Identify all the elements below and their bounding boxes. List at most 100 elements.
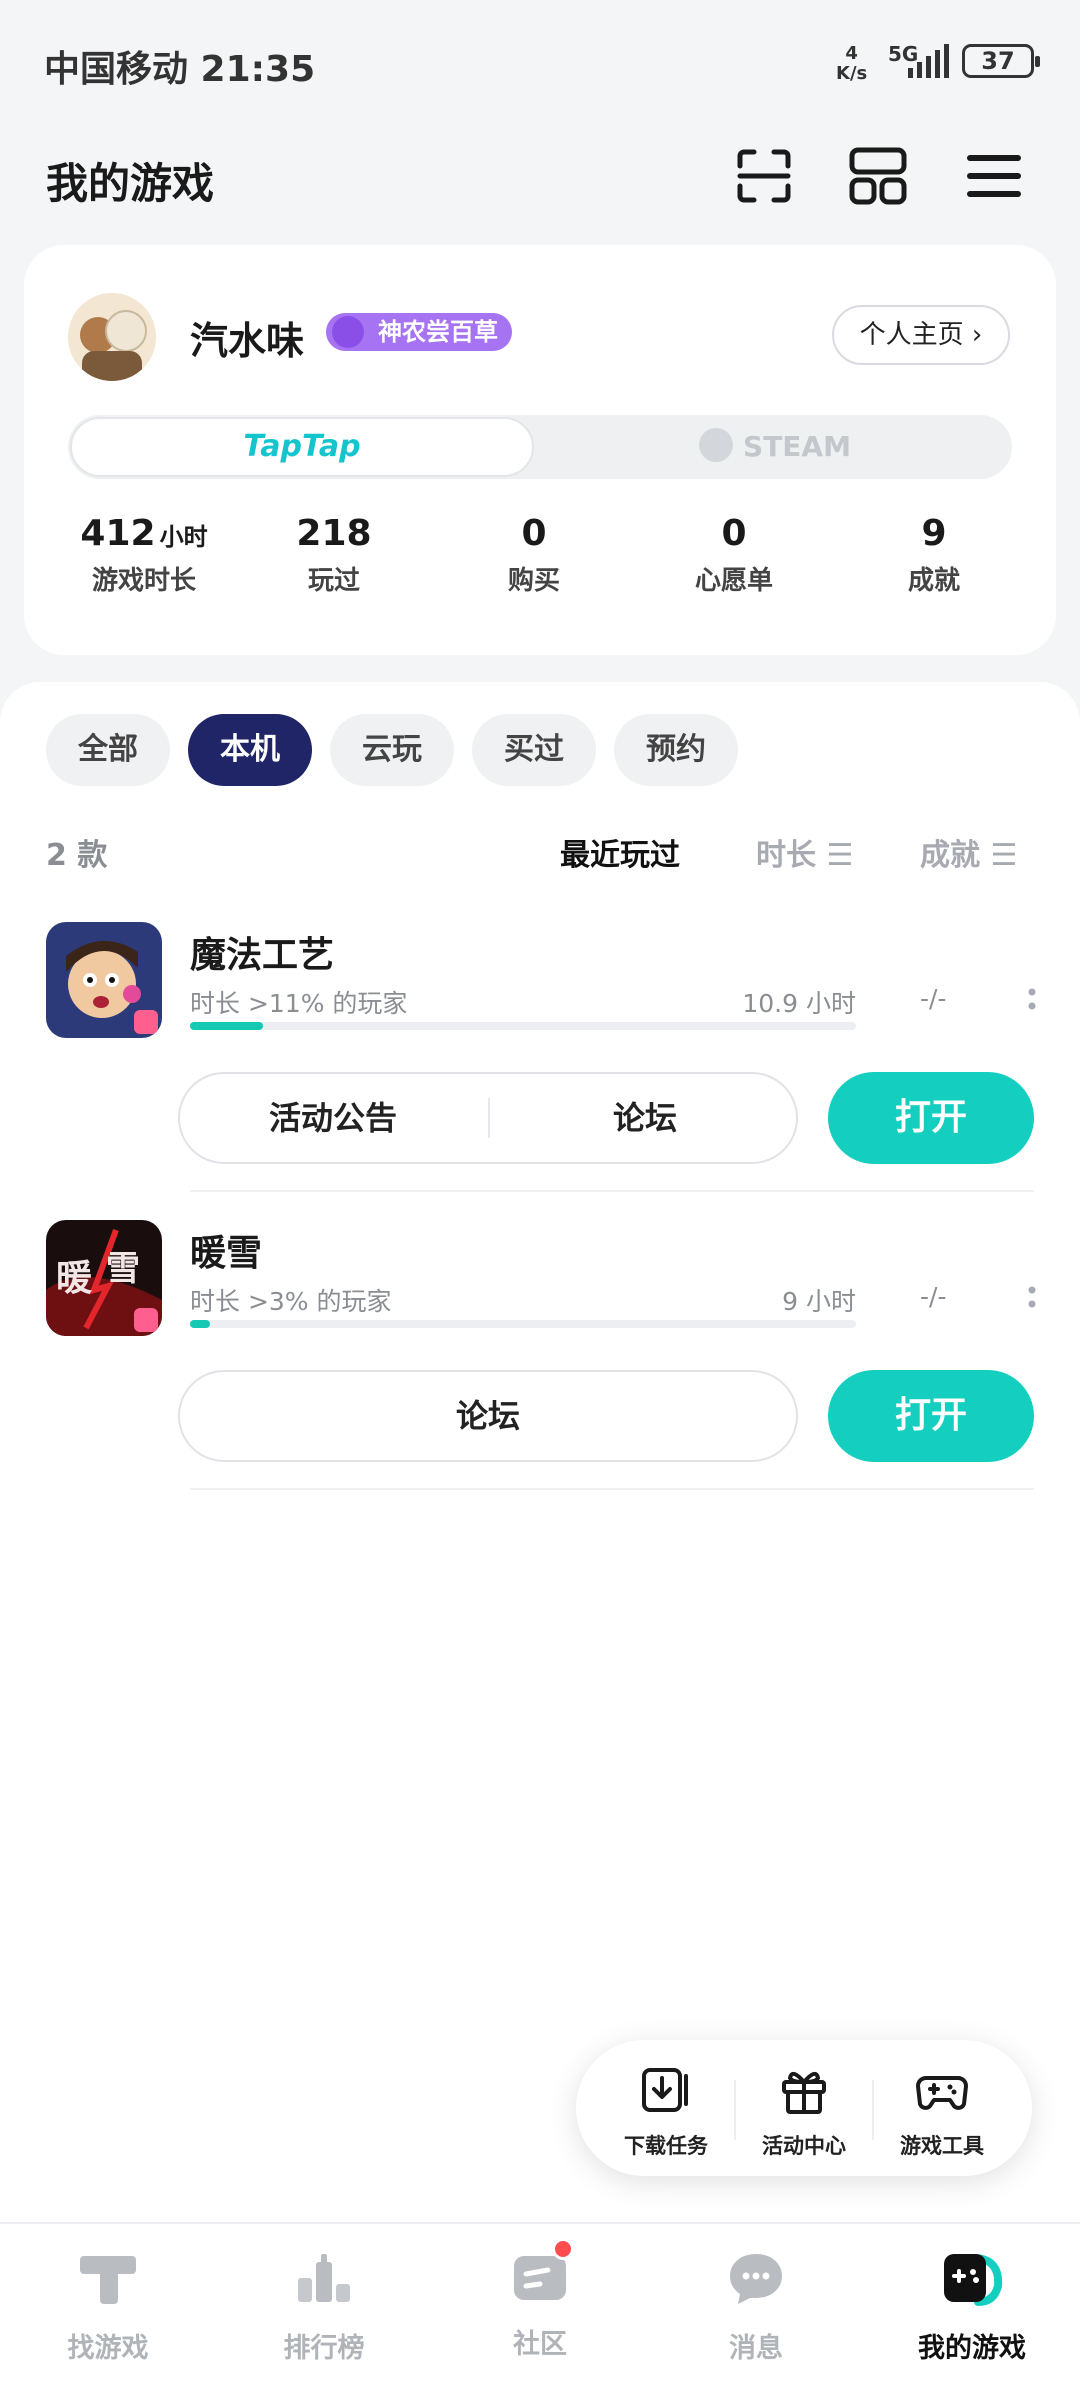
signal-icon <box>908 44 949 78</box>
bottom-nav: 找游戏 排行榜 社区 消息 我的游戏 <box>0 2222 1080 2382</box>
net-speed-unit: K/s <box>836 63 868 84</box>
tab-taptap[interactable]: TapTap <box>70 417 534 477</box>
announcement-button[interactable]: 活动公告 <box>180 1074 486 1162</box>
game-icon-mofa[interactable] <box>46 922 162 1038</box>
menu-icon[interactable] <box>964 146 1024 206</box>
taptap-t-icon <box>80 2256 136 2304</box>
forum-button[interactable]: 论坛 <box>492 1074 798 1162</box>
nav-label: 社区 <box>513 2329 567 2360</box>
stat-played[interactable]: 218 玩过 <box>234 513 434 597</box>
chip-cloud[interactable]: 云玩 <box>330 714 454 786</box>
game-actions: 活动公告 论坛 <box>178 1072 798 1164</box>
playtime-progress <box>190 1320 856 1328</box>
game-hours: 9 小时 <box>782 1287 856 1316</box>
grid-icon[interactable] <box>848 146 908 206</box>
net-speed: 4 K/s <box>836 44 867 84</box>
sort-duration[interactable]: 时长 ☰ <box>756 830 853 874</box>
stat-label: 玩过 <box>307 566 360 596</box>
title-badge[interactable]: 神农尝百草 <box>326 313 512 351</box>
game-achievements: -/- <box>920 984 947 1013</box>
nav-rankings[interactable]: 排行榜 <box>216 2246 432 2365</box>
platform-toggle: TapTap STEAM <box>68 415 1012 479</box>
floating-toolbar: 下载任务 活动中心 游戏工具 <box>576 2040 1032 2176</box>
playtime-progress <box>190 1022 856 1030</box>
svg-text:雪: 雪 <box>106 1249 140 1289</box>
gamepad-badge-icon <box>332 316 364 348</box>
game-name[interactable]: 魔法工艺 <box>190 926 334 978</box>
title-badge-label: 神农尝百草 <box>378 318 498 346</box>
download-tasks-button[interactable]: 下载任务 <box>598 2064 734 2160</box>
chip-reserved[interactable]: 预约 <box>614 714 738 786</box>
stat-value: 9 <box>921 513 947 554</box>
status-bar: 中国移动 21:35 4 K/s 5G 37 <box>0 0 1080 130</box>
game-tools-button[interactable]: 游戏工具 <box>874 2064 1010 2160</box>
steam-icon <box>699 428 734 462</box>
chip-bought[interactable]: 买过 <box>472 714 596 786</box>
net-speed-value: 4 <box>845 43 858 64</box>
download-icon <box>642 2068 688 2112</box>
stat-unit: 小时 <box>159 523 208 551</box>
gift-icon <box>782 2071 826 2114</box>
activity-center-button[interactable]: 活动中心 <box>736 2064 872 2160</box>
my-games-icon <box>944 2254 1003 2306</box>
gamepad-icon <box>916 2076 968 2110</box>
sort-recent[interactable]: 最近玩过 <box>560 830 680 874</box>
row-divider <box>190 1190 1034 1192</box>
scan-icon[interactable] <box>734 146 794 206</box>
game-icon-nuanxue[interactable]: 暖 雪 <box>46 1220 162 1336</box>
game-count: 2 款 <box>46 838 108 873</box>
svg-text:暖: 暖 <box>56 1257 93 1299</box>
stat-label: 游戏时长 <box>91 566 196 596</box>
open-game-button[interactable]: 打开 <box>828 1370 1034 1462</box>
stat-label: 心愿单 <box>694 566 773 596</box>
nav-label: 消息 <box>729 2333 783 2364</box>
game-name[interactable]: 暖雪 <box>190 1224 262 1276</box>
stat-achievements[interactable]: 9 成就 <box>834 513 1034 597</box>
more-icon[interactable] <box>1028 1284 1036 1312</box>
open-game-button[interactable]: 打开 <box>828 1072 1034 1164</box>
nav-my-games[interactable]: 我的游戏 <box>864 2246 1080 2365</box>
stat-play-time[interactable]: 412 小时 游戏时长 <box>44 513 244 597</box>
stat-label: 购买 <box>507 566 560 596</box>
page-title: 我的游戏 <box>46 159 215 208</box>
game-playtime-rank: 时长 >3% 的玩家 <box>190 1287 392 1316</box>
stat-label: 成就 <box>907 566 960 596</box>
battery-icon: 37 <box>962 44 1040 78</box>
game-actions: 论坛 <box>178 1370 798 1462</box>
chip-local[interactable]: 本机 <box>188 714 312 786</box>
nav-messages[interactable]: 消息 <box>648 2246 864 2365</box>
stat-wishlist[interactable]: 0 心愿单 <box>634 513 834 597</box>
forum-button[interactable]: 论坛 <box>180 1372 796 1460</box>
playtime-progress-fill <box>190 1022 264 1030</box>
actions-divider <box>488 1098 490 1138</box>
game-hours: 10.9 小时 <box>742 989 856 1018</box>
profile-card: 汽水味 神农尝百草 个人主页 › TapTap STEAM 412 小时 游戏时长… <box>24 245 1056 655</box>
notification-dot <box>552 2238 574 2260</box>
profile-home-button[interactable]: 个人主页 › <box>832 305 1010 365</box>
nav-community[interactable]: 社区 <box>432 2238 648 2361</box>
tool-label: 下载任务 <box>624 2134 708 2158</box>
stat-purchased[interactable]: 0 购买 <box>434 513 634 597</box>
nav-label: 我的游戏 <box>918 2333 1026 2364</box>
rankings-icon <box>298 2254 350 2302</box>
avatar[interactable] <box>68 293 156 381</box>
tab-steam-label: STEAM <box>743 430 851 463</box>
game-achievements: -/- <box>920 1282 947 1311</box>
sort-achievements[interactable]: 成就 ☰ <box>920 830 1017 874</box>
nav-find-games[interactable]: 找游戏 <box>0 2246 216 2365</box>
more-icon[interactable] <box>1028 986 1036 1014</box>
game-playtime-rank: 时长 >11% 的玩家 <box>190 989 408 1018</box>
row-divider <box>190 1488 1034 1490</box>
tab-steam[interactable]: STEAM <box>540 417 1010 477</box>
message-icon <box>730 2254 782 2304</box>
tool-label: 活动中心 <box>762 2134 846 2158</box>
chip-all[interactable]: 全部 <box>46 714 170 786</box>
stat-value: 412 <box>80 513 156 554</box>
carrier-time: 中国移动 21:35 <box>44 49 316 90</box>
stat-value: 0 <box>721 513 747 554</box>
stat-value: 0 <box>521 513 547 554</box>
nav-label: 排行榜 <box>283 2333 365 2364</box>
username: 汽水味 <box>190 319 305 363</box>
stat-value: 218 <box>296 513 372 554</box>
tool-label: 游戏工具 <box>900 2134 984 2158</box>
